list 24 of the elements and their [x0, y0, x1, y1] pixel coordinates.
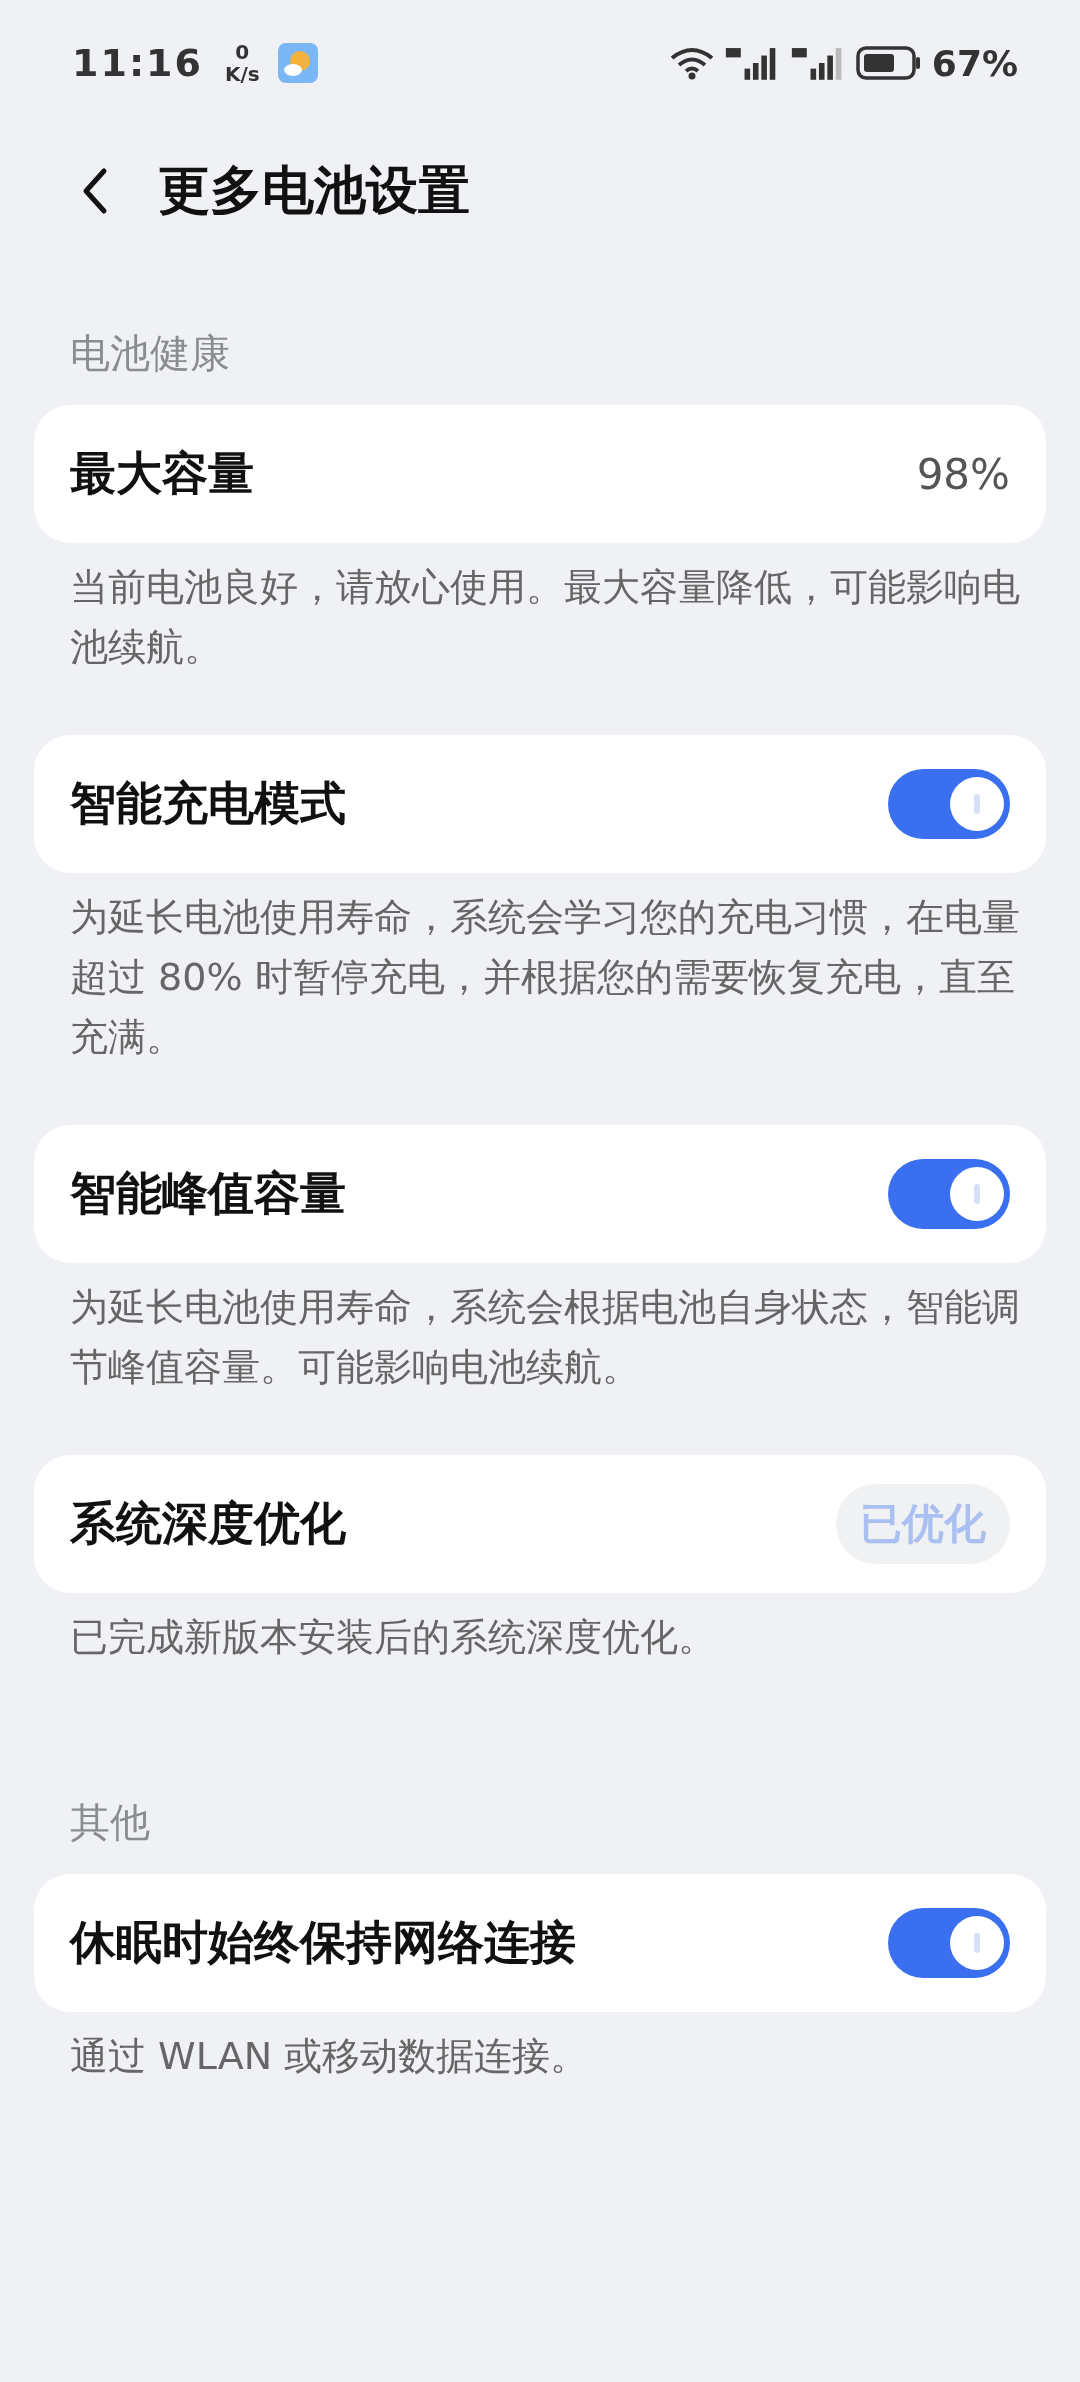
network-speed: 0 K/s	[224, 41, 260, 85]
setting-description: 为延长电池使用寿命，系统会根据电池自身状态，智能调节峰值容量。可能影响电池续航。	[69, 1284, 1021, 1391]
setting-title: 最大容量	[70, 445, 254, 502]
page-title: 更多电池设置	[158, 159, 470, 222]
setting-description: 通过 WLAN 或移动数据连接。	[69, 2033, 590, 2080]
setting-title: 休眠时始终保持网络连接	[70, 1914, 576, 1971]
section-label: 电池健康	[69, 329, 231, 378]
setting-card[interactable]: 休眠时始终保持网络连接	[34, 1874, 1046, 2012]
section-label: 其他	[69, 1798, 151, 1847]
setting-title: 系统深度优化	[70, 1495, 346, 1552]
setting-title: 智能充电模式	[70, 775, 346, 832]
setting-title: 智能峰值容量	[70, 1165, 346, 1222]
setting-card[interactable]: 最大容量 98%	[34, 405, 1046, 543]
setting-card[interactable]: 智能峰值容量	[34, 1125, 1046, 1263]
battery-icon	[855, 46, 922, 80]
weather-icon	[277, 43, 318, 83]
battery-percent: 67%	[931, 42, 1018, 84]
setting-description: 当前电池良好，请放心使用。最大容量降低，可能影响电池续航。	[69, 564, 1021, 671]
setting-card[interactable]: 智能充电模式	[34, 735, 1046, 873]
wifi-icon	[669, 46, 714, 80]
status-time: 11:16	[72, 41, 203, 85]
setting-value: 98%	[916, 449, 1010, 499]
setting-description: 为延长电池使用寿命，系统会学习您的充电习惯，在电量超过 80% 时暂停充电，并根据您的需要恢复充电，直至充满。	[69, 894, 1021, 1061]
setting-description: 已完成新版本安装后的系统深度优化。	[69, 1614, 717, 1661]
